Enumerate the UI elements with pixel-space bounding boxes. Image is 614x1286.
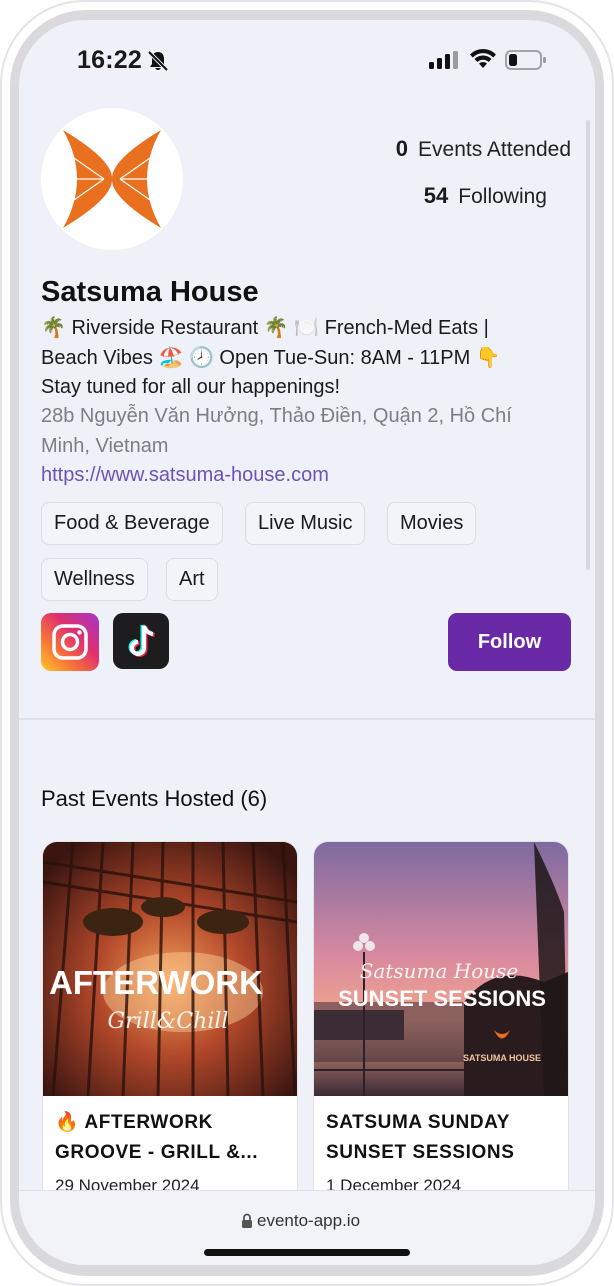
bio-line: Stay tuned for all our happenings! bbox=[41, 376, 341, 398]
event-image: Satsuma House SUNSET SESSIONS SATSUMA HO… bbox=[314, 842, 568, 1096]
follow-button[interactable]: Follow bbox=[448, 613, 571, 671]
event-image-sign: SATSUMA HOUSE bbox=[463, 1053, 541, 1063]
grill-photo: AFTERWORK Grill&Chill bbox=[43, 842, 297, 1096]
tiktok-icon[interactable] bbox=[113, 613, 169, 669]
profile-avatar[interactable] bbox=[41, 108, 183, 250]
event-image-script: Satsuma House bbox=[360, 959, 519, 983]
sunset-photo: Satsuma House SUNSET SESSIONS SATSUMA HO… bbox=[314, 842, 568, 1096]
tag-food-beverage[interactable]: Food & Beverage bbox=[41, 502, 223, 545]
stat-events-attended[interactable]: 0 Events Attended bbox=[396, 136, 571, 183]
section-divider bbox=[19, 718, 595, 720]
tag-art[interactable]: Art bbox=[166, 558, 218, 601]
status-time: 16:22 bbox=[77, 46, 142, 74]
wifi-icon bbox=[470, 48, 496, 68]
instagram-glyph bbox=[52, 624, 88, 660]
past-events-title: Past Events Hosted (6) bbox=[41, 786, 268, 811]
screen: 16:22 0 Events Attended 54 Following Sat… bbox=[19, 20, 595, 1265]
tag-movies[interactable]: Movies bbox=[387, 502, 477, 545]
tiktok-glyph bbox=[128, 624, 155, 657]
website-link[interactable]: https://www.satsuma-house.com bbox=[41, 461, 329, 491]
stat-following-label: Following bbox=[458, 185, 547, 208]
tag-wellness[interactable]: Wellness bbox=[41, 558, 148, 601]
address-line: Minh, Vietnam bbox=[41, 434, 169, 457]
event-title: 🔥 AFTERWORK GROOVE - GRILL &... bbox=[55, 1112, 259, 1163]
stat-events-attended-value: 0 bbox=[395, 136, 409, 161]
event-title: SATSUMA SUNDAY SUNSET SESSIONS bbox=[326, 1112, 515, 1163]
instagram-icon[interactable] bbox=[41, 613, 99, 671]
stat-following[interactable]: 54 Following bbox=[396, 183, 571, 230]
event-card[interactable]: AFTERWORK Grill&Chill 🔥 AFTERWORK GROOVE… bbox=[43, 842, 297, 1202]
stat-following-value: 54 bbox=[423, 183, 449, 208]
stat-events-attended-label: Events Attended bbox=[418, 138, 571, 161]
tag-live-music[interactable]: Live Music bbox=[245, 502, 366, 545]
browser-url: evento-app.io bbox=[257, 1211, 361, 1230]
event-image-title: AFTERWORK bbox=[49, 964, 263, 1001]
address-line: 28b Nguyễn Văn Hưởng, Thảo Điền, Quận 2,… bbox=[41, 405, 512, 427]
profile-bio: 🌴 Riverside Restaurant 🌴 🍽️ French-Med E… bbox=[41, 314, 561, 403]
battery-icon bbox=[505, 50, 546, 70]
event-image-title: SUNSET SESSIONS bbox=[338, 986, 546, 1011]
event-image-script: Grill&Chill bbox=[108, 1009, 229, 1034]
profile-address: 28b Nguyễn Văn Hưởng, Thảo Điền, Quận 2,… bbox=[41, 402, 561, 461]
profile-stats: 0 Events Attended 54 Following bbox=[396, 136, 571, 230]
bell-slash-icon bbox=[147, 50, 169, 72]
satsuma-logo-icon bbox=[63, 130, 161, 228]
event-image: AFTERWORK Grill&Chill bbox=[43, 842, 297, 1096]
lock-icon bbox=[242, 1213, 252, 1228]
browser-url-bar[interactable]: evento-app.io bbox=[19, 1190, 595, 1265]
signal-icon bbox=[429, 51, 458, 69]
bio-line: Beach Vibes 🏖️ 🕗 Open Tue-Sun: 8AM - 11P… bbox=[41, 346, 501, 369]
event-card[interactable]: Satsuma House SUNSET SESSIONS SATSUMA HO… bbox=[314, 842, 568, 1202]
home-indicator[interactable] bbox=[204, 1249, 410, 1256]
profile-name: Satsuma House bbox=[41, 276, 259, 308]
bio-line: 🌴 Riverside Restaurant 🌴 🍽️ French-Med E… bbox=[41, 317, 489, 339]
scrollbar[interactable] bbox=[586, 120, 590, 570]
status-bar: 16:22 bbox=[19, 20, 595, 100]
